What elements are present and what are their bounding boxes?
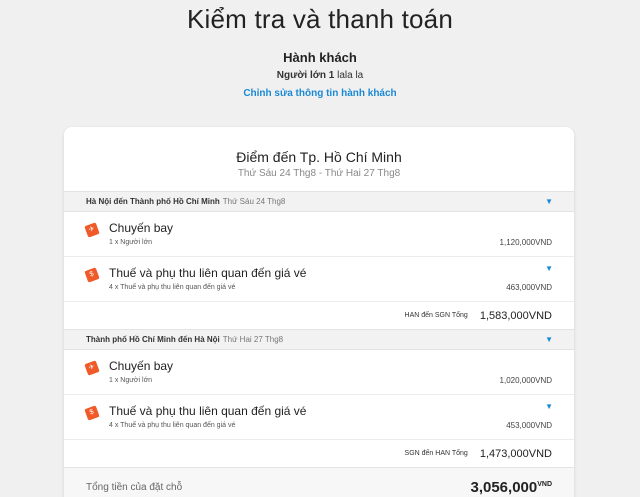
flight-price: 1,020,000VND — [499, 376, 552, 385]
ticket-icon: ✈ — [84, 222, 100, 238]
flight-title: Chuyến bay — [109, 359, 174, 373]
taxes-price: 463,000VND — [506, 283, 552, 292]
taxes-price: 453,000VND — [506, 421, 552, 430]
leg-date: Thứ Hai 27 Thg8 — [222, 335, 284, 344]
grand-total-currency: VND — [537, 481, 552, 488]
leg-route: Hà Nội đến Thành phố Hồ Chí Minh — [86, 197, 220, 206]
flight-title: Chuyến bay — [109, 221, 174, 235]
leg-total-row: HAN đến SGN Tổng 1,583,000VND — [64, 302, 574, 329]
grand-total-label: Tổng tiền của đặt chỗ — [86, 482, 183, 493]
leg-total-label: HAN đến SGN Tổng — [404, 312, 468, 319]
ticket-icon: ✈ — [84, 360, 100, 376]
chevron-down-icon[interactable]: ▼ — [545, 403, 553, 411]
passenger-heading: Hành khách — [283, 50, 357, 65]
leg-total-label: SGN đến HAN Tổng — [404, 450, 468, 457]
passenger-section: Hành khách Người lớn 1 lala la Chỉnh sửa… — [0, 50, 640, 101]
grand-total-value: 3,056,000VND — [470, 479, 552, 496]
chevron-down-icon[interactable]: ▼ — [545, 335, 553, 344]
adult-name: lala la — [337, 70, 364, 81]
grand-total-row: Tổng tiền của đặt chỗ 3,056,000VND — [64, 467, 574, 497]
flight-row: ✈ Chuyến bay 1 x Người lớn 1,120,000VND — [64, 212, 574, 257]
taxes-title: Thuế và phụ thu liên quan đến giá vé — [109, 404, 307, 418]
flight-price: 1,120,000VND — [499, 238, 552, 247]
leg-header-return[interactable]: Thành phố Hồ Chí Minh đến Hà Nội Thứ Hai… — [64, 329, 574, 350]
leg-total-value: 1,583,000VND — [479, 309, 552, 322]
tag-icon: $ — [84, 267, 100, 283]
tag-icon: $ — [84, 405, 100, 421]
leg-date: Thứ Sáu 24 Thg8 — [222, 197, 286, 206]
destination-dates: Thứ Sáu 24 Thg8 - Thứ Hai 27 Thg8 — [237, 168, 401, 179]
booking-summary-card: Điểm đến Tp. Hồ Chí Minh Thứ Sáu 24 Thg8… — [64, 127, 574, 497]
page-title: Kiểm tra và thanh toán — [187, 4, 453, 34]
adult-label: Người lớn 1 — [276, 70, 335, 81]
taxes-row[interactable]: $ ▼ Thuế và phụ thu liên quan đến giá vé… — [64, 395, 574, 440]
leg-header-outbound[interactable]: Hà Nội đến Thành phố Hồ Chí Minh Thứ Sáu… — [64, 191, 574, 212]
taxes-detail: 4 x Thuế và phụ thu liên quan đến giá vé — [109, 284, 236, 291]
flight-row: ✈ Chuyến bay 1 x Người lớn 1,020,000VND — [64, 350, 574, 395]
taxes-row[interactable]: $ ▼ Thuế và phụ thu liên quan đến giá vé… — [64, 257, 574, 302]
chevron-down-icon[interactable]: ▼ — [545, 265, 553, 273]
leg-route: Thành phố Hồ Chí Minh đến Hà Nội — [86, 335, 220, 344]
edit-passenger-link[interactable]: Chỉnh sửa thông tin hành khách — [243, 88, 396, 99]
grand-total-amount: 3,056,000 — [470, 479, 538, 496]
passenger-line: Người lớn 1 lala la — [0, 70, 640, 82]
destination-title: Điểm đến Tp. Hồ Chí Minh — [236, 149, 402, 165]
leg-total-value: 1,473,000VND — [479, 447, 552, 460]
chevron-down-icon[interactable]: ▼ — [545, 197, 553, 206]
taxes-title: Thuế và phụ thu liên quan đến giá vé — [109, 266, 307, 280]
destination-header: Điểm đến Tp. Hồ Chí Minh Thứ Sáu 24 Thg8… — [64, 127, 574, 191]
leg-total-row: SGN đến HAN Tổng 1,473,000VND — [64, 440, 574, 467]
flight-passenger-count: 1 x Người lớn — [109, 239, 153, 246]
flight-passenger-count: 1 x Người lớn — [109, 377, 153, 384]
taxes-detail: 4 x Thuế và phụ thu liên quan đến giá vé — [109, 422, 236, 429]
